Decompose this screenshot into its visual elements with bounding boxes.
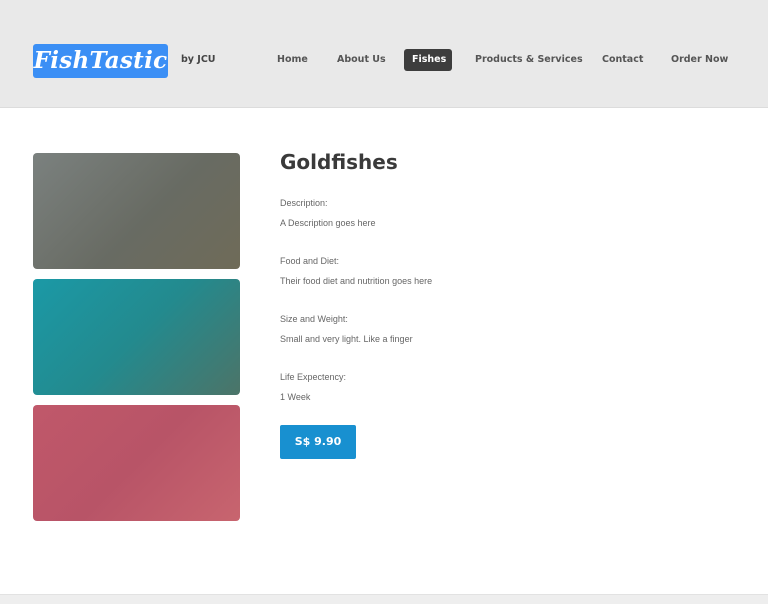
size-weight-value: Small and very light. Like a finger xyxy=(280,334,413,344)
nav-item-products-services[interactable]: Products & Services xyxy=(475,49,583,71)
main-nav: Home About Us Fishes Products & Services… xyxy=(0,49,768,71)
nav-item-contact[interactable]: Contact xyxy=(602,49,643,71)
nav-item-order-now[interactable]: Order Now xyxy=(671,49,728,71)
nav-item-home[interactable]: Home xyxy=(277,49,308,71)
nav-item-fishes[interactable]: Fishes xyxy=(404,49,452,71)
description-value: A Description goes here xyxy=(280,218,376,228)
life-expectancy-value: 1 Week xyxy=(280,392,311,402)
fish-image-1[interactable] xyxy=(33,153,240,269)
nav-item-about-us[interactable]: About Us xyxy=(337,49,386,71)
product-title: Goldfishes xyxy=(280,150,398,174)
fish-image-3[interactable] xyxy=(33,405,240,521)
life-expectancy-label: Life Expectency: xyxy=(280,372,347,382)
description-label: Description: xyxy=(280,198,328,208)
size-weight-label: Size and Weight: xyxy=(280,314,348,324)
fish-image-2[interactable] xyxy=(33,279,240,395)
footer-bar xyxy=(0,594,768,604)
price-button[interactable]: S$ 9.90 xyxy=(280,425,356,459)
food-diet-value: Their food diet and nutrition goes here xyxy=(280,276,433,286)
site-header: FishTastic by JCU Home About Us Fishes P… xyxy=(0,0,768,108)
food-diet-label: Food and Diet: xyxy=(280,256,340,266)
